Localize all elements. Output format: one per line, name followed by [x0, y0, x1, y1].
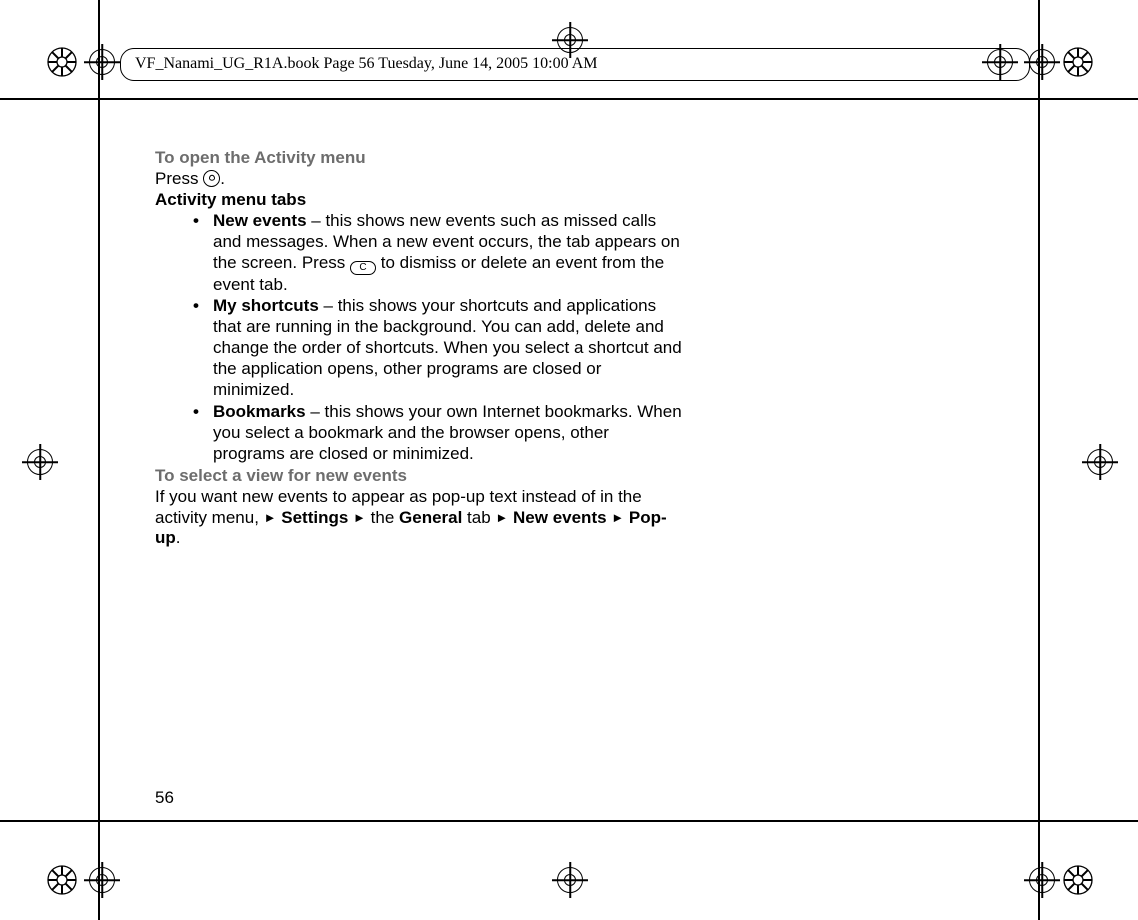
list-item: Bookmarks – this shows your own Internet… — [213, 402, 685, 465]
page-header-text: VF_Nanami_UG_R1A.book Page 56 Tuesday, J… — [135, 55, 598, 73]
registration-target-icon — [84, 862, 120, 898]
page-header: VF_Nanami_UG_R1A.book Page 56 Tuesday, J… — [120, 48, 1030, 81]
nav-arrow-icon: ► — [264, 510, 277, 525]
registration-target-icon — [84, 44, 120, 80]
crop-line-top — [0, 98, 1138, 100]
activity-tabs-list: New events – this shows new events such … — [155, 211, 685, 465]
registration-wheel-icon — [1062, 46, 1094, 78]
registration-target-icon — [552, 862, 588, 898]
list-item: My shortcuts – this shows your shortcuts… — [213, 296, 685, 401]
heading-open-activity: To open the Activity menu — [155, 148, 685, 169]
page-content: To open the Activity menu Press . Activi… — [155, 148, 685, 549]
list-item: New events – this shows new events such … — [213, 211, 685, 296]
registration-target-icon — [1024, 862, 1060, 898]
crop-line-right — [1038, 0, 1040, 920]
nav-arrow-icon: ► — [353, 510, 366, 525]
registration-target-icon — [1082, 444, 1118, 480]
nav-arrow-icon: ► — [611, 510, 624, 525]
registration-wheel-icon — [46, 46, 78, 78]
heading-select-view: To select a view for new events — [155, 466, 685, 487]
registration-wheel-icon — [1062, 864, 1094, 896]
c-key-icon: C — [350, 261, 376, 275]
crop-line-left — [98, 0, 100, 920]
page-number: 56 — [155, 788, 174, 808]
activity-key-icon — [203, 170, 220, 187]
press-line: Press . — [155, 169, 685, 190]
heading-activity-tabs: Activity menu tabs — [155, 190, 685, 211]
registration-target-icon — [22, 444, 58, 480]
nav-path-text: If you want new events to appear as pop-… — [155, 487, 685, 550]
nav-arrow-icon: ► — [495, 510, 508, 525]
crop-line-bottom — [0, 820, 1138, 822]
registration-wheel-icon — [46, 864, 78, 896]
